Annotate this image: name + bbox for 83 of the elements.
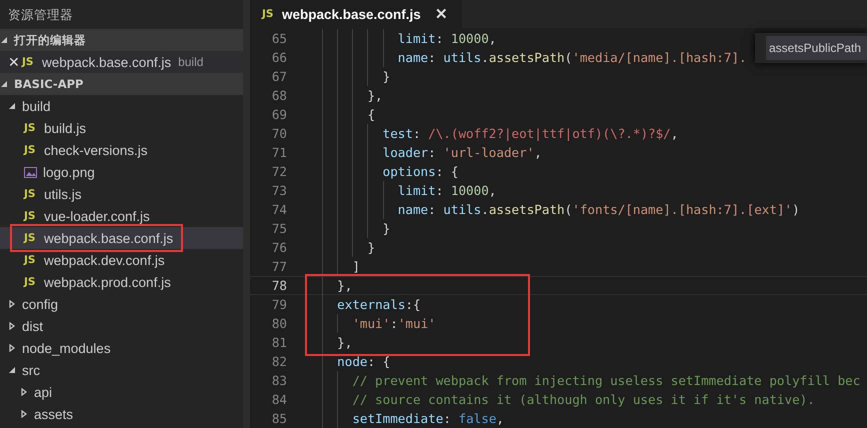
js-file-icon: JS (262, 8, 276, 20)
js-file-icon: JS (24, 276, 38, 288)
code-line: 83 // prevent webpack from injecting useless setImmediate polyfill bec (250, 371, 867, 390)
code-line: 84 // source contains it (although only uses it if it's native). (250, 390, 867, 409)
code-line: 76 } (250, 238, 867, 257)
js-file-icon: JS (22, 56, 36, 68)
code-line: 71 loader: 'url-loader', (250, 143, 867, 162)
js-file-icon: JS (24, 210, 38, 222)
folder-item[interactable]: node_modules (0, 337, 243, 359)
line-number: 69 (270, 106, 287, 124)
line-number: 68 (270, 87, 287, 105)
code-line: 80 'mui':'mui' (250, 314, 867, 333)
code-line: 79 externals:{ (250, 295, 867, 314)
line-number: 66 (270, 49, 287, 67)
collapsed-arrow-icon[interactable] (8, 344, 16, 352)
code-line: 75 } (250, 219, 867, 238)
line-number: 74 (270, 201, 287, 219)
file-item[interactable]: logo.png (0, 161, 243, 183)
code-line: 85 setImmediate: false, (250, 409, 867, 428)
image-file-icon (24, 166, 37, 178)
line-number: 80 (270, 315, 287, 333)
file-item[interactable]: JS check-versions.js (0, 139, 243, 161)
line-number: 73 (270, 182, 287, 200)
suggestion-item[interactable]: assetsPublicPath (766, 36, 867, 60)
code-line: 77 ] (250, 257, 867, 276)
file-item[interactable]: JS vue-loader.conf.js (0, 205, 243, 227)
line-number: 71 (270, 144, 287, 162)
open-editor-item[interactable]: ✕JS webpack.base.conf.js build (0, 51, 243, 73)
folder-item[interactable]: api (0, 381, 243, 403)
expanded-arrow-icon[interactable] (8, 102, 16, 110)
js-file-icon: JS (24, 232, 38, 244)
code-line: 78 }, (250, 276, 867, 295)
folder-item[interactable]: dist (0, 315, 243, 337)
collapsed-arrow-icon[interactable] (8, 300, 16, 308)
code-line: 81 }, (250, 333, 867, 352)
line-number: 81 (270, 334, 287, 352)
expanded-arrow-icon[interactable] (8, 366, 16, 374)
code-line: 67 } (250, 67, 867, 86)
file-item[interactable]: JS webpack.dev.conf.js (0, 249, 243, 271)
line-number: 79 (270, 296, 287, 314)
line-number: 78 (270, 277, 287, 295)
line-number: 77 (270, 258, 287, 276)
js-file-icon: JS (24, 188, 38, 200)
line-number: 85 (270, 410, 287, 428)
line-number: 83 (270, 372, 287, 390)
file-item[interactable]: JS build.js (0, 117, 243, 139)
line-number: 82 (270, 353, 287, 371)
code-line: 68 }, (250, 86, 867, 105)
file-item[interactable]: JS utils.js (0, 183, 243, 205)
section-header[interactable]: 打开的编辑器 (0, 29, 243, 51)
code-line: 69 { (250, 105, 867, 124)
folder-item[interactable]: assets (0, 403, 243, 425)
code-line: 74 name: utils.assetsPath('fonts/[name].[hash:7].[ext]') (250, 200, 867, 219)
file-item[interactable]: JS webpack.base.conf.js (0, 227, 243, 249)
file-item[interactable]: JS webpack.prod.conf.js (0, 271, 243, 293)
editor-tab[interactable]: JS webpack.base.conf.js ✕ (250, 0, 462, 28)
close-icon[interactable]: ✕ (8, 54, 22, 70)
scrollbar[interactable] (243, 0, 250, 428)
collapsed-arrow-icon[interactable] (20, 410, 28, 418)
code-line: 82 node: { (250, 352, 867, 371)
expanded-arrow-icon[interactable] (0, 80, 8, 88)
expanded-arrow-icon[interactable] (0, 36, 8, 44)
folder-item[interactable]: src (0, 359, 243, 381)
folder-item[interactable]: config (0, 293, 243, 315)
collapsed-arrow-icon[interactable] (8, 322, 16, 330)
close-icon[interactable]: ✕ (434, 5, 448, 23)
js-file-icon: JS (24, 144, 38, 156)
sidebar-title: 资源管理器 (7, 6, 74, 24)
code-line: 73 limit: 10000, (250, 181, 867, 200)
line-number: 76 (270, 239, 287, 257)
code-line: 72 options: { (250, 162, 867, 181)
line-number: 70 (270, 125, 287, 143)
folder-item[interactable]: build (0, 95, 243, 117)
section-header[interactable]: BASIC-APP (0, 73, 243, 95)
code-line: 70 test: /\.(woff2?|eot|ttf|otf)(\?.*)?$/, (250, 124, 867, 143)
line-number: 75 (270, 220, 287, 238)
line-number: 67 (270, 68, 287, 86)
line-number: 65 (270, 30, 287, 48)
line-number: 84 (270, 391, 287, 409)
collapsed-arrow-icon[interactable] (20, 388, 28, 396)
line-number: 72 (270, 163, 287, 181)
js-file-icon: JS (24, 254, 38, 266)
js-file-icon: JS (24, 122, 38, 134)
